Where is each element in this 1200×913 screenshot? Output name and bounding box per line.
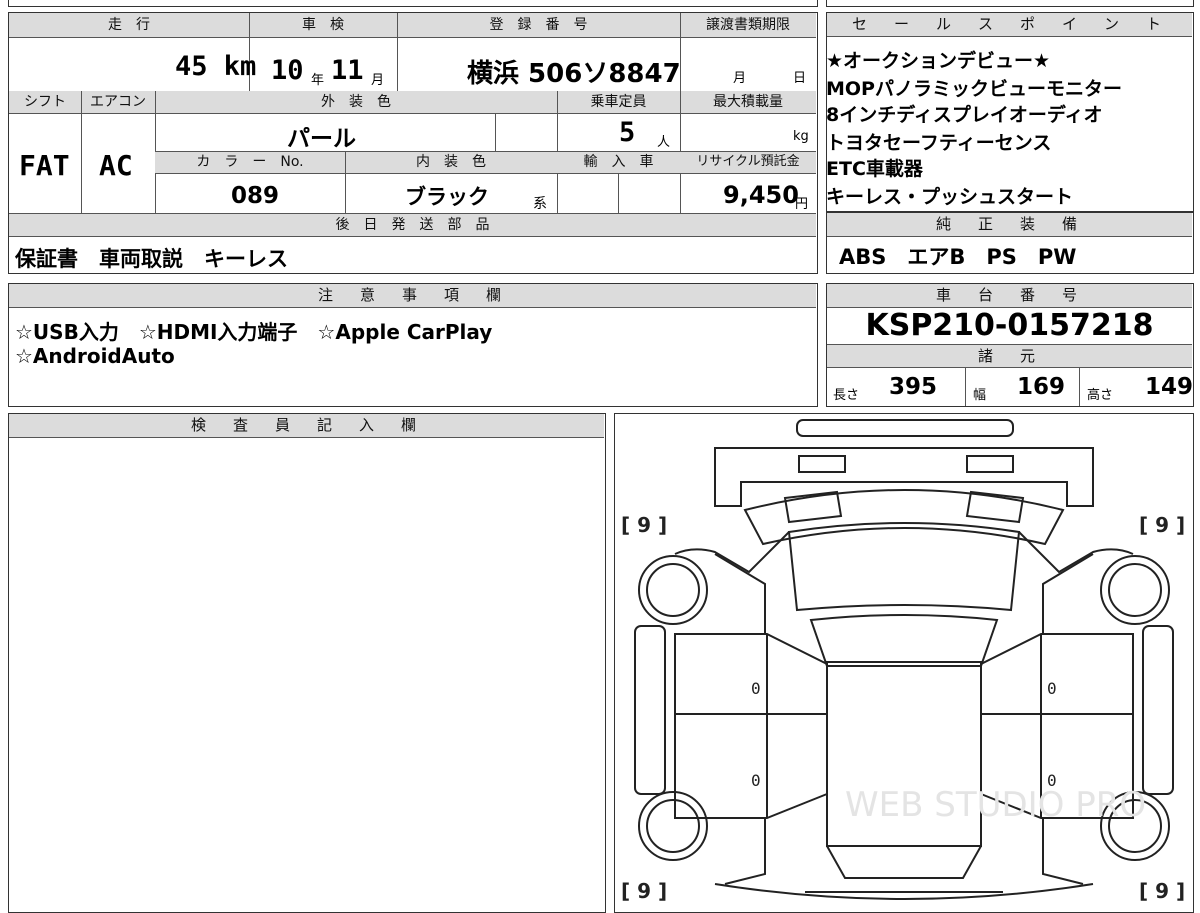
car-diagram: [ 9 ] [ 9 ] [ 9 ] [ 9 ] 0 0 0 0 WEB STUD… — [621, 419, 1185, 903]
width-label: 幅 — [973, 388, 987, 403]
plate-value: 横浜 506ソ8847 — [467, 59, 681, 89]
chassis-label: 車 台 番 号 — [827, 284, 1192, 308]
recycle-unit: 円 — [795, 197, 809, 212]
recycle-value: 9,450 — [723, 181, 799, 209]
int-color-suffix: 系 — [533, 196, 547, 212]
height-value: 149 — [1145, 374, 1194, 400]
equipment-value: ABS エアB PS PW — [839, 245, 1077, 269]
door-fr-rating: 0 — [1047, 679, 1057, 698]
mileage-value: 45 km — [175, 51, 257, 82]
ext-color-label: 外 装 色 — [155, 92, 557, 112]
later-parts-value: 保証書 車両取説 キーレス — [15, 247, 288, 271]
recycle-label: リサイクル預託金 — [680, 152, 816, 172]
int-color-value: ブラック — [405, 185, 489, 209]
notes-line-2: ☆AndroidAuto — [15, 344, 175, 368]
vehicle-info-table: 走 行 車 検 登 録 番 号 譲渡書類期限 45 km 10 年 11 月 横… — [8, 12, 818, 274]
width-value: 169 — [1017, 374, 1066, 400]
capacity-value: 5 — [619, 117, 636, 148]
tire-fl-rating: [ 9 ] — [621, 513, 667, 537]
sales-point-1: ★オークションデビュー★ — [826, 50, 1051, 72]
chassis-value: KSP210-0157218 — [865, 308, 1154, 343]
door-rl-rating: 0 — [751, 771, 761, 790]
equipment-label: 純 正 装 備 — [827, 213, 1192, 237]
notes-panel: 注 意 事 項 欄 ☆USB入力 ☆HDMI入力端子 ☆Apple CarPla… — [8, 283, 818, 407]
shift-label: シフト — [9, 92, 81, 112]
color-no-value: 089 — [231, 183, 280, 209]
tire-fr-rating: [ 9 ] — [1139, 513, 1185, 537]
door-fl-rating: 0 — [751, 679, 761, 698]
sales-point-2: MOPパノラミックビューモニター — [826, 78, 1122, 100]
max-load-unit: kg — [793, 129, 809, 144]
inspector-label: 検 査 員 記 入 欄 — [9, 414, 604, 438]
notes-line-1: ☆USB入力 ☆HDMI入力端子 ☆Apple CarPlay — [15, 320, 493, 344]
car-diagram-panel: [ 9 ] [ 9 ] [ 9 ] [ 9 ] 0 0 0 0 WEB STUD… — [614, 413, 1194, 913]
later-parts-label: 後 日 発 送 部 品 — [9, 215, 816, 235]
shaken-label: 車 検 — [249, 15, 397, 35]
sales-points-label: セ ー ル ス ポ イ ン ト — [827, 13, 1192, 37]
capacity-unit: 人 — [657, 135, 671, 150]
inspector-panel: 検 査 員 記 入 欄 — [8, 413, 606, 913]
mileage-label: 走 行 — [9, 15, 249, 35]
chassis-panel: 車 台 番 号 KSP210-0157218 諸 元 長さ 395 幅 169 … — [826, 283, 1194, 407]
max-load-label: 最大積載量 — [680, 92, 816, 112]
shaken-year-unit: 年 — [311, 73, 325, 88]
capacity-label: 乗車定員 — [557, 92, 680, 112]
transfer-deadline-label: 譲渡書類期限 — [680, 15, 816, 35]
length-value: 395 — [889, 374, 938, 400]
shaken-year: 10 — [271, 55, 304, 86]
sales-point-5: ETC車載器 — [826, 158, 923, 180]
top-strip — [0, 0, 1200, 8]
equipment-panel: 純 正 装 備 ABS エアB PS PW — [826, 212, 1194, 274]
ac-value: AC — [99, 149, 133, 182]
length-label: 長さ — [833, 388, 860, 403]
height-label: 高さ — [1087, 388, 1114, 403]
shift-value: FAT — [19, 149, 70, 182]
transfer-day: 日 — [793, 71, 807, 86]
sales-point-3: 8インチディスプレイオーディオ — [826, 104, 1103, 126]
int-color-label: 内 装 色 — [345, 152, 557, 172]
sales-point-6: キーレス・プッシュスタート — [826, 186, 1074, 208]
specs-label: 諸 元 — [827, 344, 1192, 368]
plate-label: 登 録 番 号 — [397, 15, 680, 35]
tire-rl-rating: [ 9 ] — [621, 879, 667, 903]
watermark: WEB STUDIO PRO — [845, 785, 1146, 825]
shaken-month: 11 — [331, 55, 364, 86]
shaken-month-unit: 月 — [371, 73, 385, 88]
color-no-label: カ ラ ー No. — [155, 152, 345, 172]
tire-rr-rating: [ 9 ] — [1139, 879, 1185, 903]
transfer-month: 月 — [733, 71, 747, 86]
ac-label: エアコン — [81, 92, 155, 112]
ext-color-value: パール — [287, 126, 356, 152]
notes-label: 注 意 事 項 欄 — [9, 284, 816, 308]
sales-point-4: トヨタセーフティーセンス — [826, 132, 1052, 154]
import-label: 輸 入 車 — [557, 152, 680, 172]
